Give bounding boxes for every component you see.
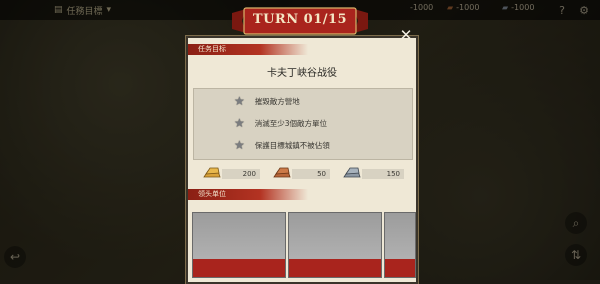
star-icon: ★ [234,94,245,108]
objectives-box: ★ 摧毀敵方營地 ★ 消滅至少3個敵方單位 ★ 保護目標城鎮不被佔領 [193,88,413,160]
objectives-header: 任务目标 [188,44,308,55]
reward-value: 50 [292,169,330,179]
reward-iron: 150 [342,166,404,182]
unit-card[interactable] [288,212,382,278]
turn-label: TURN 01/15 [252,12,348,27]
units-header: 领头单位 [188,189,308,200]
objective-item: ★ 保護目標城鎮不被佔領 [234,137,330,153]
reward-value: 150 [362,169,404,179]
objective-item: ★ 消滅至少3個敵方單位 [234,115,327,131]
reward-gold: 200 [202,166,260,182]
close-icon[interactable]: ✕ [397,26,415,44]
gold-ingot-icon [203,167,221,178]
iron-ingot-icon [343,167,361,178]
objective-item: ★ 摧毀敵方營地 [234,93,300,109]
objective-text: 保護目標城鎮不被佔領 [254,140,330,150]
mission-title: 卡夫丁峡谷战役 [267,68,337,79]
reward-copper: 50 [272,166,330,182]
unit-card[interactable] [384,212,416,278]
reward-value: 200 [222,169,260,179]
objective-text: 消滅至少3個敵方單位 [254,118,328,128]
rewards-row: 200 50 150 [194,166,410,182]
star-icon: ★ [234,116,245,130]
copper-ingot-icon [273,167,291,178]
star-icon: ★ [234,138,245,152]
unit-card[interactable] [192,212,286,278]
mission-dialog: 任务目标 卡夫丁峡谷战役 ★ 摧毀敵方營地 ★ 消滅至少3個敵方單位 ★ 保護目… [186,36,418,284]
objective-text: 摧毀敵方營地 [254,96,300,106]
